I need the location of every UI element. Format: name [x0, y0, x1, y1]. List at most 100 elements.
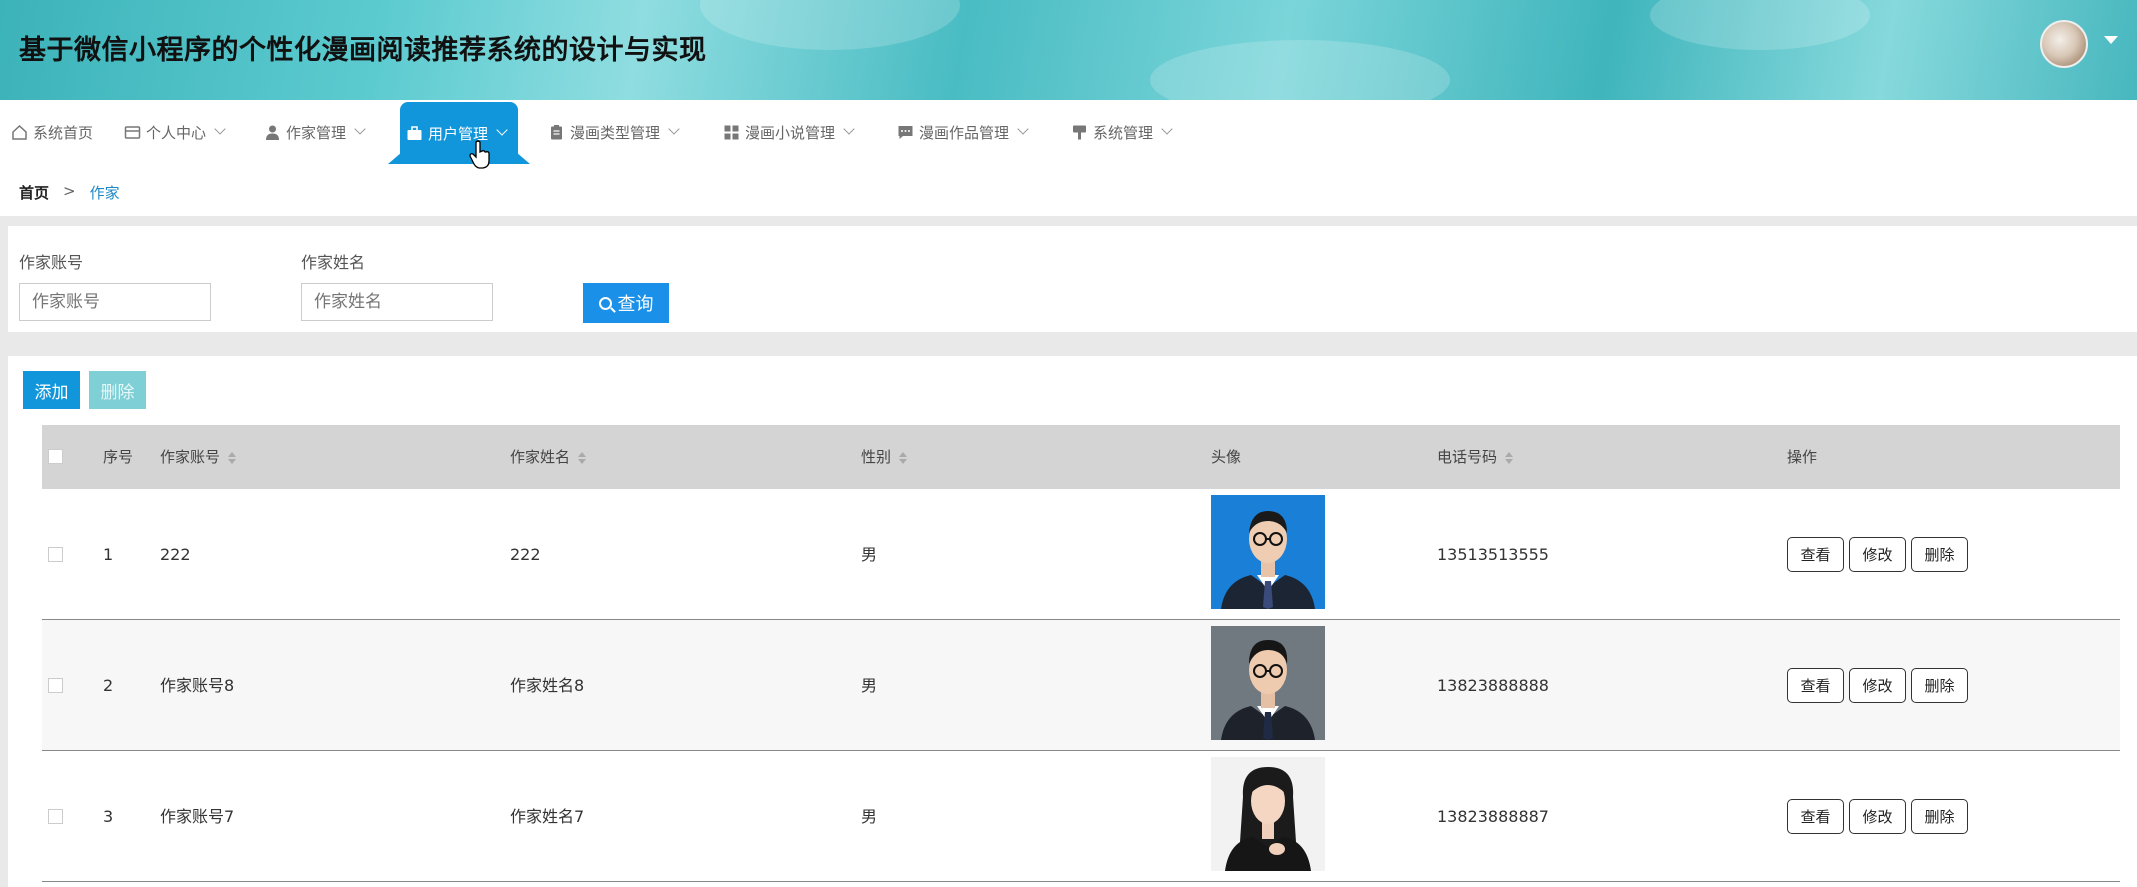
- top-header: 基于微信小程序的个性化漫画阅读推荐系统的设计与实现: [0, 0, 2137, 100]
- nav-item-comic-works-mgmt[interactable]: 漫画作品管理: [897, 100, 1029, 164]
- nav-item-label: 作家管理: [286, 123, 347, 142]
- chevron-down-icon: [496, 124, 508, 136]
- cell-gender: 男: [861, 676, 878, 695]
- edit-button[interactable]: 修改: [1849, 799, 1906, 834]
- nav-item-label: 漫画小说管理: [745, 123, 836, 142]
- user-avatar[interactable]: [2040, 20, 2088, 68]
- chevron-down-icon: [1161, 123, 1173, 135]
- app-title: 基于微信小程序的个性化漫画阅读推荐系统的设计与实现: [19, 35, 707, 66]
- account-search-input[interactable]: [19, 283, 211, 321]
- delete-button[interactable]: 删除: [1911, 799, 1968, 834]
- sort-icon[interactable]: [1505, 451, 1514, 464]
- cell-index: 1: [103, 545, 114, 564]
- breadcrumb-separator: >: [63, 182, 76, 200]
- nav-item-label: 个人中心: [146, 123, 207, 142]
- col-label: 作家账号: [160, 448, 221, 466]
- grid-icon: [723, 124, 740, 141]
- author-photo: [1211, 757, 1325, 871]
- table-header: 序号 作家账号 作家姓名 性别 头像 电话号码 操作: [42, 425, 2120, 489]
- row-checkbox[interactable]: [48, 547, 63, 562]
- col-actions: 操作: [1787, 448, 1818, 466]
- cell-name: 222: [510, 545, 541, 564]
- main-nav: 系统首页 个人中心 作家管理 漫画类型管理 漫画小说管理 漫画作品管理 系统管理: [0, 100, 2137, 164]
- chevron-down-icon: [214, 123, 226, 135]
- nav-item-user-mgmt[interactable]: 用户管理: [388, 102, 530, 164]
- add-button[interactable]: 添加: [23, 371, 80, 409]
- cell-account: 作家账号7: [160, 807, 235, 826]
- cell-account: 222: [160, 545, 191, 564]
- avatar-dropdown-icon[interactable]: [2104, 36, 2118, 44]
- chevron-down-icon: [354, 123, 366, 135]
- paintbrush-icon: [1071, 124, 1088, 141]
- cell-phone: 13823888887: [1437, 807, 1549, 826]
- chevron-down-icon: [1017, 123, 1029, 135]
- tab-shape: [516, 152, 530, 164]
- chevron-down-icon: [843, 123, 855, 135]
- name-search-input[interactable]: [301, 283, 493, 321]
- name-label: 作家姓名: [301, 253, 366, 272]
- nav-item-system-mgmt[interactable]: 系统管理: [1071, 100, 1173, 164]
- chevron-down-icon: [668, 123, 680, 135]
- nav-item-home[interactable]: 系统首页: [11, 100, 93, 164]
- col-account[interactable]: 作家账号: [160, 425, 237, 489]
- edit-button[interactable]: 修改: [1849, 668, 1906, 703]
- cell-gender: 男: [861, 545, 878, 564]
- nav-item-label: 漫画作品管理: [919, 123, 1010, 142]
- nav-item-author-mgmt[interactable]: 作家管理: [264, 100, 366, 164]
- query-button[interactable]: 查询: [583, 283, 669, 323]
- row-checkbox[interactable]: [48, 678, 63, 693]
- nav-item-label: 漫画类型管理: [570, 123, 661, 142]
- cell-name: 作家姓名8: [510, 676, 585, 695]
- tab-content: 用户管理: [406, 102, 508, 164]
- sort-icon[interactable]: [899, 451, 908, 464]
- sort-icon[interactable]: [578, 451, 587, 464]
- select-all-checkbox[interactable]: [48, 449, 63, 464]
- nav-item-comic-novel-mgmt[interactable]: 漫画小说管理: [723, 100, 855, 164]
- cell-phone: 13513513555: [1437, 545, 1549, 564]
- col-name[interactable]: 作家姓名: [510, 425, 587, 489]
- cell-index: 3: [103, 807, 114, 826]
- table-row: 1 222 222 男 13513513555 查看 修改 删除: [42, 489, 2120, 620]
- header-decoration: [1150, 40, 1450, 100]
- view-button[interactable]: 查看: [1787, 799, 1844, 834]
- batch-delete-button[interactable]: 删除: [89, 371, 146, 409]
- author-photo: [1211, 495, 1325, 609]
- col-label: 作家姓名: [510, 448, 571, 466]
- briefcase-icon: [406, 125, 423, 142]
- nav-item-label: 系统首页: [33, 123, 94, 142]
- view-button[interactable]: 查看: [1787, 537, 1844, 572]
- delete-button[interactable]: 删除: [1911, 668, 1968, 703]
- col-avatar: 头像: [1211, 448, 1242, 466]
- nav-item-profile[interactable]: 个人中心: [124, 100, 226, 164]
- clipboard-icon: [548, 124, 565, 141]
- breadcrumb-current: 作家: [89, 184, 120, 202]
- nav-item-label: 系统管理: [1093, 123, 1154, 142]
- search-icon: [598, 296, 612, 310]
- delete-button[interactable]: 删除: [1911, 537, 1968, 572]
- home-icon: [11, 124, 28, 141]
- breadcrumb-home[interactable]: 首页: [19, 182, 49, 203]
- hand-cursor-icon: [469, 140, 491, 170]
- breadcrumb: 首页 > 作家: [19, 182, 120, 203]
- nav-item-comic-type-mgmt[interactable]: 漫画类型管理: [548, 100, 680, 164]
- person-icon: [264, 124, 281, 141]
- author-photo: [1211, 626, 1325, 740]
- header-decoration: [700, 0, 960, 50]
- query-button-label: 查询: [617, 294, 654, 315]
- sort-icon[interactable]: [228, 451, 237, 464]
- edit-button[interactable]: 修改: [1849, 537, 1906, 572]
- col-label: 性别: [861, 448, 892, 466]
- cell-index: 2: [103, 676, 114, 695]
- cell-name: 作家姓名7: [510, 807, 585, 826]
- chat-icon: [897, 124, 914, 141]
- col-gender[interactable]: 性别: [861, 425, 908, 489]
- row-checkbox[interactable]: [48, 809, 63, 824]
- col-phone[interactable]: 电话号码: [1437, 425, 1514, 489]
- view-button[interactable]: 查看: [1787, 668, 1844, 703]
- col-index: 序号: [103, 448, 134, 466]
- breadcrumb-bar: 首页 > 作家: [0, 164, 2137, 216]
- header-decoration: [1650, 0, 1870, 50]
- id-card-icon: [124, 124, 141, 141]
- cell-account: 作家账号8: [160, 676, 235, 695]
- table-row: 2 作家账号8 作家姓名8 男 13823888888 查看 修改 删除: [42, 620, 2120, 751]
